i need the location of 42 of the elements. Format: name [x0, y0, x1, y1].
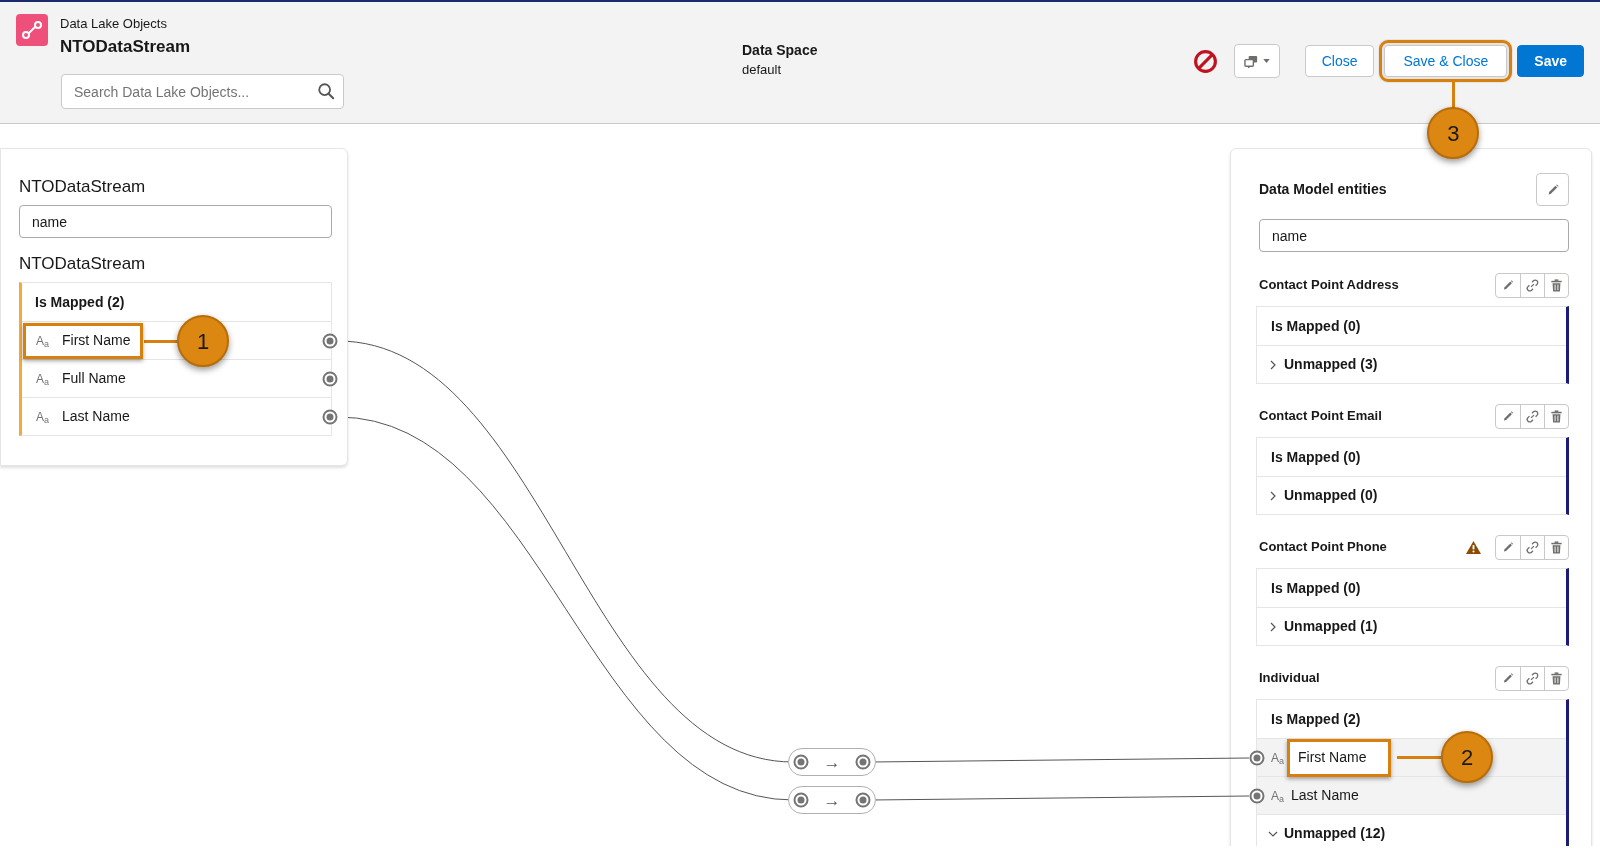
text-type-icon: A$_{a}$	[22, 369, 62, 388]
object-title: NTODataStream	[60, 37, 191, 57]
field-label: Last Name	[62, 407, 130, 426]
object-title: NTODataStream	[19, 253, 147, 275]
group-header: Is Mapped (2)	[34, 292, 126, 312]
close-button[interactable]: Close	[1304, 45, 1375, 77]
filter-field[interactable]: name	[19, 205, 332, 238]
data-space-value: default	[742, 61, 783, 79]
group-header: Is Mapped (0)	[1271, 447, 1361, 467]
callout-marker: 1	[177, 315, 229, 367]
field-label: First Name	[1287, 738, 1392, 777]
group-toggle[interactable]: Unmapped (0)	[1284, 485, 1378, 506]
data-space-label: Data Space	[742, 41, 819, 60]
field-label: Full Name	[62, 369, 126, 388]
text-type-icon: A$_{a}$	[1257, 748, 1285, 767]
panel-title: Data Model entities	[1259, 180, 1387, 199]
callout-marker: 2	[1441, 731, 1493, 783]
field-label: First Name	[62, 331, 131, 350]
entity-name: Contact Point Email	[1259, 407, 1383, 426]
entity-name: Contact Point Phone	[1259, 538, 1388, 557]
text-type-icon: A$_{a}$	[36, 331, 62, 350]
panel-title: NTODataStream	[19, 176, 147, 198]
arrow-glyph: →	[823, 791, 841, 809]
text-type-icon: A$_{a}$	[1257, 786, 1285, 805]
group-toggle[interactable]: Unmapped (3)	[1284, 354, 1378, 375]
group-toggle[interactable]: Unmapped (12)	[1284, 823, 1386, 844]
group-header: Is Mapped (2)	[1271, 709, 1361, 729]
filter-field[interactable]: name	[1259, 219, 1569, 252]
group-header: Is Mapped (0)	[1271, 578, 1361, 598]
mapping-node[interactable]: →	[788, 786, 876, 814]
arrow-glyph: →	[823, 753, 841, 771]
text-type-icon: A$_{a}$	[22, 407, 62, 426]
save-button[interactable]: Save	[1517, 45, 1584, 77]
search-field[interactable]: Search Data Lake Objects...	[61, 74, 344, 109]
field-label: Last Name	[1291, 786, 1359, 805]
mapping-node[interactable]: →	[788, 748, 876, 776]
group-toggle[interactable]: Unmapped (1)	[1284, 616, 1378, 637]
entity-name: Contact Point Address	[1259, 276, 1400, 295]
callout-marker: 3	[1427, 107, 1480, 159]
group-header: Is Mapped (0)	[1271, 316, 1361, 336]
entity-name: Individual	[1259, 669, 1321, 688]
object-type-label: Data Lake Objects	[60, 16, 168, 32]
